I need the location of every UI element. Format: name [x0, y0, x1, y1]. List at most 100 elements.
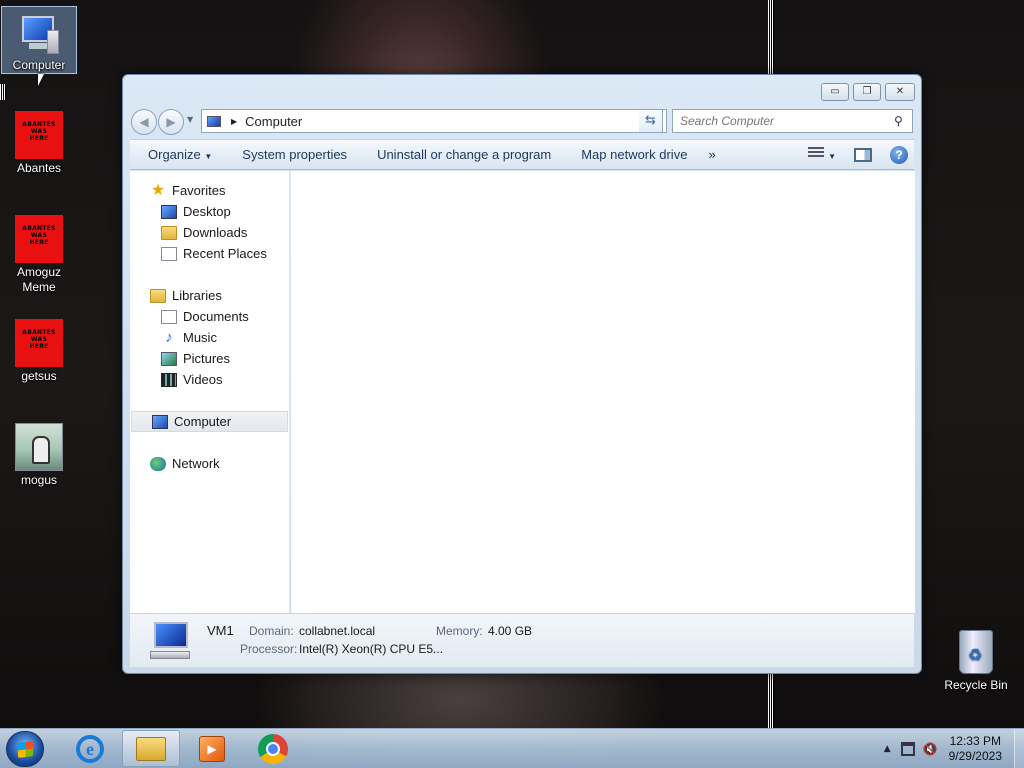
film-strip-icon	[161, 372, 177, 387]
desktop-icon-getsus[interactable]: ABANTES WAS HERE getsus	[1, 316, 77, 383]
nav-item-recent-places[interactable]: Recent Places	[130, 243, 288, 264]
wallpaper-stripe	[0, 84, 6, 100]
downloads-folder-icon	[161, 225, 177, 240]
taskbar-internet-explorer[interactable]: e	[61, 730, 119, 767]
nav-item-computer[interactable]: Computer	[131, 411, 288, 432]
nav-item-label: Documents	[183, 309, 249, 324]
chevron-down-icon: ▼	[204, 152, 213, 161]
computer-icon	[152, 414, 168, 429]
explorer-window: ▭ ❐ ✕ ◀ ▶ ▼ ▶ Computer ▼ ⇆ ⚲ Organize ▼ …	[122, 74, 922, 674]
nav-item-network[interactable]: Network	[130, 453, 288, 474]
nav-item-desktop[interactable]: Desktop	[130, 201, 288, 222]
nav-item-libraries[interactable]: Libraries	[130, 285, 288, 306]
taskbar-windows-explorer[interactable]	[122, 730, 180, 767]
nav-item-documents[interactable]: Documents	[130, 306, 288, 327]
breadcrumb-separator-icon[interactable]: ▶	[231, 117, 237, 126]
documents-icon	[161, 309, 177, 324]
back-button[interactable]: ◀	[131, 109, 157, 135]
search-box: ⚲	[672, 109, 913, 133]
media-player-icon: ▶	[199, 735, 225, 762]
computer-icon	[207, 115, 221, 127]
system-tray: ▲ 🔇 12:33 PM 9/29/2023	[884, 729, 1024, 768]
nav-item-label: Downloads	[183, 225, 248, 240]
nav-item-downloads[interactable]: Downloads	[130, 222, 288, 243]
folder-icon	[136, 736, 166, 761]
desktop-icon-computer[interactable]: Computer	[1, 6, 77, 74]
internet-explorer-icon: e	[76, 734, 104, 763]
preview-pane-icon[interactable]	[854, 147, 872, 162]
chrome-icon	[258, 733, 288, 764]
pictures-icon	[161, 351, 177, 366]
volume-muted-icon[interactable]: 🔇	[923, 742, 939, 756]
libraries-icon	[150, 288, 166, 303]
desktop-icon-recycle-bin[interactable]: Recycle Bin	[940, 630, 1012, 692]
search-icon[interactable]: ⚲	[894, 114, 912, 128]
help-icon[interactable]: ?	[890, 145, 908, 164]
desktop-icon-mogus[interactable]: mogus	[1, 420, 77, 487]
amoguz-image-icon: ABANTES WAS HERE	[15, 215, 63, 263]
organize-menu[interactable]: Organize ▼	[130, 147, 227, 162]
more-commands-button[interactable]: »	[702, 147, 730, 162]
chevron-down-icon: ▼	[828, 152, 836, 161]
wallpaper-stripe	[768, 0, 774, 74]
details-pane: VM1 Domain: collabnet.local Memory: 4.00…	[130, 613, 914, 667]
forward-button[interactable]: ▶	[158, 109, 184, 135]
taskbar-media-player[interactable]: ▶	[183, 730, 241, 767]
desktop-icon-label: mogus	[20, 473, 58, 487]
recent-pages-dropdown[interactable]: ▼	[187, 115, 193, 124]
nav-item-label: Recent Places	[183, 246, 267, 261]
breadcrumb-computer[interactable]: Computer	[245, 114, 302, 129]
clock[interactable]: 12:33 PM 9/29/2023	[949, 734, 1002, 764]
memory-label: Memory:	[436, 624, 483, 638]
nav-item-label: Desktop	[183, 204, 231, 219]
uninstall-program-button[interactable]: Uninstall or change a program	[362, 147, 566, 162]
getsus-image-icon: ABANTES WAS HERE	[15, 319, 63, 367]
nav-item-videos[interactable]: Videos	[130, 369, 288, 390]
nav-item-label: Network	[172, 456, 220, 471]
nav-item-label: Videos	[183, 372, 223, 387]
taskbar: e ▶ ▲ 🔇 12:33 PM 9/29/2023	[0, 728, 1024, 768]
show-desktop-button[interactable]	[1014, 729, 1024, 768]
change-view-button[interactable]: ▼	[808, 147, 836, 162]
navigation-pane: ★ Favorites Desktop Downloads Recent Pla…	[130, 171, 290, 613]
map-network-drive-button[interactable]: Map network drive	[566, 147, 702, 162]
network-icon	[150, 456, 166, 471]
computer-name: VM1	[207, 623, 234, 638]
nav-item-favorites[interactable]: ★ Favorites	[130, 180, 288, 201]
nav-item-label: Pictures	[183, 351, 230, 366]
minimize-button[interactable]: ▭	[821, 83, 849, 101]
recent-places-icon	[161, 246, 177, 261]
computer-icon	[148, 622, 192, 662]
nav-item-pictures[interactable]: Pictures	[130, 348, 288, 369]
domain-label: Domain:	[249, 624, 294, 638]
mogus-image-icon	[15, 423, 63, 471]
search-input[interactable]	[673, 114, 894, 128]
desktop-icon-label: Computer	[12, 58, 66, 72]
nav-item-label: Computer	[174, 414, 232, 429]
refresh-button[interactable]: ⇆	[639, 109, 663, 133]
system-properties-button[interactable]: System properties	[227, 147, 362, 162]
domain-value: collabnet.local	[299, 624, 376, 638]
maximize-button[interactable]: ❐	[853, 83, 881, 101]
desktop-icon-label: Abantes	[16, 161, 62, 175]
nav-item-label: Music	[183, 330, 217, 345]
nav-item-music[interactable]: ♪ Music	[130, 327, 288, 348]
address-bar[interactable]: ▶ Computer ▼	[201, 109, 667, 133]
taskbar-chrome[interactable]	[244, 730, 302, 767]
show-hidden-icons-button[interactable]: ▲	[884, 744, 891, 754]
clock-date: 9/29/2023	[948, 749, 1002, 763]
desktop-icon	[161, 204, 177, 219]
close-button[interactable]: ✕	[885, 83, 915, 101]
network-status-icon[interactable]	[900, 742, 915, 756]
address-row: ◀ ▶ ▼ ▶ Computer ▼ ⇆ ⚲	[131, 109, 913, 135]
processor-label: Processor:	[240, 642, 298, 656]
command-bar: Organize ▼ System properties Uninstall o…	[130, 139, 914, 170]
start-button[interactable]	[6, 731, 44, 767]
computer-icon	[15, 10, 63, 56]
star-icon: ★	[150, 181, 166, 199]
file-list-area[interactable]	[291, 171, 915, 613]
desktop-icon-label: Amoguz Meme	[16, 265, 62, 294]
desktop-icon-abantes[interactable]: ABANTES WAS HERE Abantes	[1, 108, 77, 175]
window-controls: ▭ ❐ ✕	[821, 83, 915, 101]
desktop-icon-amoguz-meme[interactable]: ABANTES WAS HERE Amoguz Meme	[1, 212, 77, 295]
